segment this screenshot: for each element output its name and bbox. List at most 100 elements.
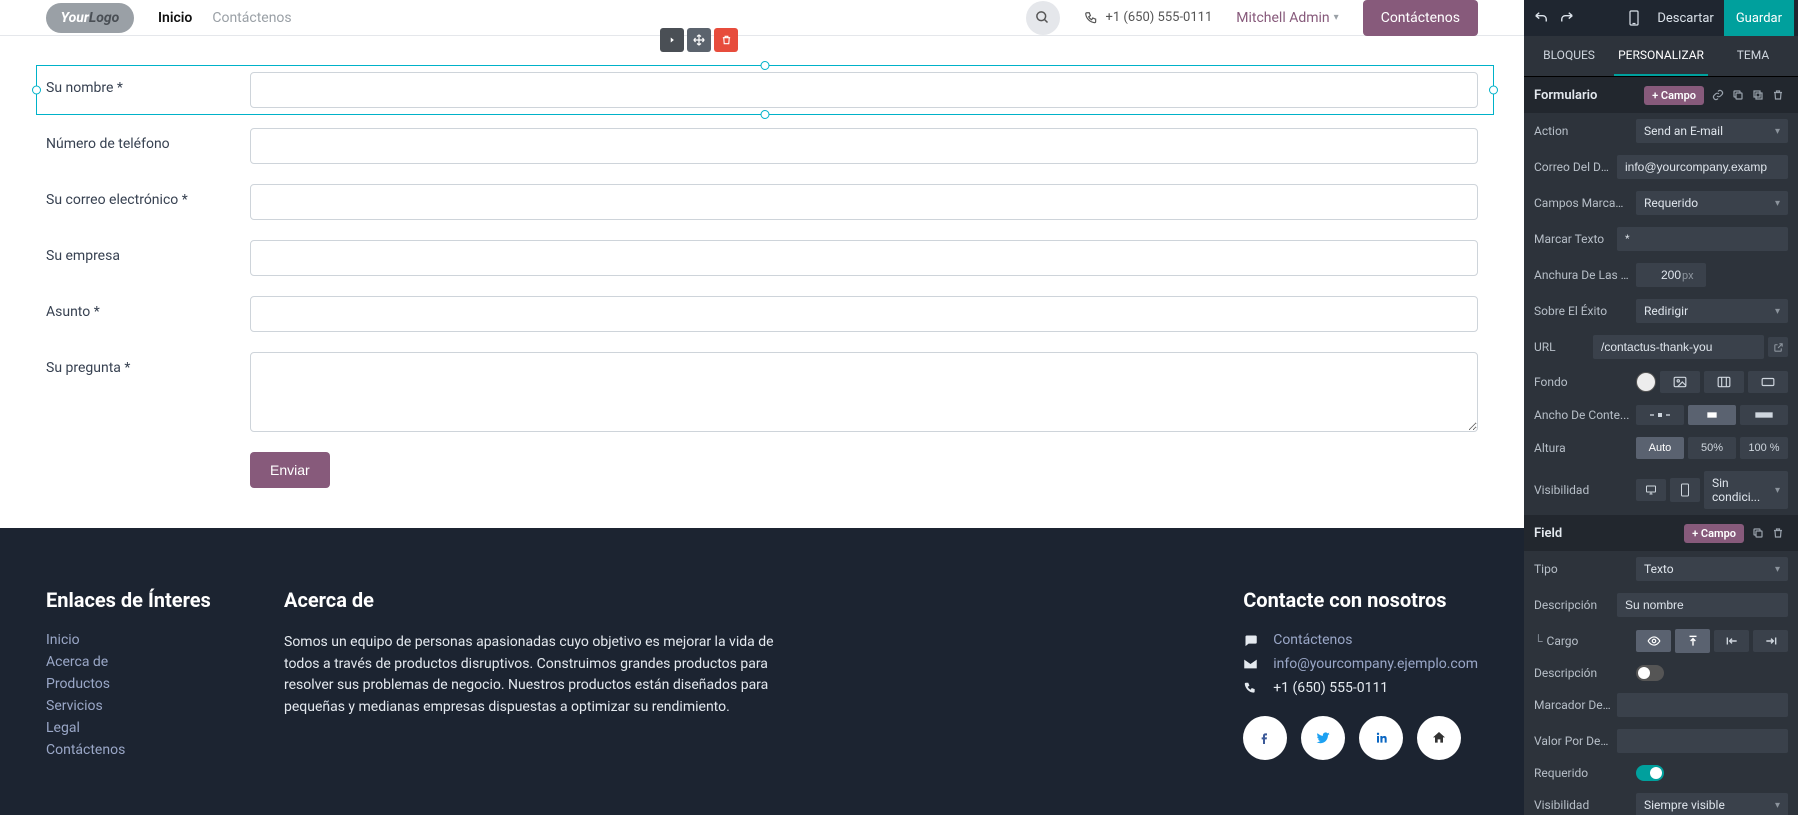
nav-contact[interactable]: Contáctenos	[212, 10, 291, 26]
submit-button[interactable]: Enviar	[250, 452, 330, 488]
labelwidth-input[interactable]	[1636, 263, 1706, 287]
search-icon[interactable]	[1026, 1, 1060, 35]
link-icon[interactable]	[1708, 85, 1728, 105]
duplicate-icon[interactable]	[1748, 85, 1768, 105]
url-input[interactable]	[1593, 335, 1764, 359]
action-select[interactable]: Send an E-mail	[1636, 119, 1788, 143]
canvas: YourLogo Inicio Contáctenos +1 (650) 555…	[0, 0, 1524, 815]
height-50[interactable]: 50%	[1688, 437, 1736, 459]
mobile-preview-icon[interactable]	[1621, 5, 1647, 31]
height-100[interactable]: 100 %	[1740, 437, 1788, 459]
input-subject[interactable]	[250, 296, 1478, 332]
header-cta-button[interactable]: Contáctenos	[1363, 0, 1478, 36]
contact-form: Su nombre * Número de teléfono Su correo…	[0, 36, 1524, 528]
field-visibility1-select[interactable]: Siempre visible	[1636, 793, 1788, 815]
footer-link[interactable]: Productos	[46, 676, 264, 692]
visibility-desktop-icon[interactable]	[1636, 479, 1666, 501]
tab-blocks[interactable]: BLOQUES	[1524, 36, 1614, 76]
copy-icon[interactable]	[1728, 85, 1748, 105]
mail-icon	[1243, 658, 1261, 670]
input-company[interactable]	[250, 240, 1478, 276]
tab-theme[interactable]: TEMA	[1708, 36, 1798, 76]
pos-top-icon[interactable]	[1675, 629, 1710, 653]
bg-image-icon[interactable]	[1660, 371, 1700, 393]
field-type-select[interactable]: Texto	[1636, 557, 1788, 581]
snippet-toolbar	[660, 28, 738, 52]
label-subject: Asunto *	[46, 296, 250, 320]
redo-icon[interactable]	[1554, 5, 1580, 31]
header-phone: +1 (650) 555-0111	[1084, 10, 1213, 25]
bg-shape-icon[interactable]	[1748, 371, 1788, 393]
visibility-mobile-icon[interactable]	[1670, 478, 1700, 502]
input-email[interactable]	[250, 184, 1478, 220]
bg-color-swatch[interactable]	[1636, 372, 1656, 392]
section-form-header: Formulario + Campo	[1524, 77, 1798, 113]
add-field-button[interactable]: + Campo	[1644, 86, 1704, 105]
field-copy-icon[interactable]	[1748, 523, 1768, 543]
field-default-input[interactable]	[1617, 729, 1788, 753]
field-placeholder-input[interactable]	[1617, 693, 1788, 717]
width-medium-icon[interactable]	[1688, 405, 1736, 425]
footer-link[interactable]: Servicios	[46, 698, 264, 714]
input-question[interactable]	[250, 352, 1478, 432]
label-email: Su correo electrónico *	[46, 184, 250, 208]
linkedin-icon[interactable]	[1359, 716, 1403, 760]
home-icon[interactable]	[1417, 716, 1461, 760]
footer-link[interactable]: Contáctenos	[46, 742, 264, 758]
footer-about-title: Acerca de	[284, 588, 804, 612]
save-button[interactable]: Guardar	[1724, 0, 1794, 36]
marktext-input[interactable]	[1617, 227, 1788, 251]
field-required-toggle[interactable]	[1636, 765, 1664, 781]
footer-email[interactable]: info@yourcompany.ejemplo.com	[1273, 656, 1478, 672]
input-name[interactable]	[250, 72, 1478, 108]
snippet-parent-icon[interactable]	[660, 28, 684, 52]
input-phone[interactable]	[250, 128, 1478, 164]
height-auto[interactable]: Auto	[1636, 437, 1684, 459]
twitter-icon[interactable]	[1301, 716, 1345, 760]
width-full-icon[interactable]	[1740, 405, 1788, 425]
label-company: Su empresa	[46, 240, 250, 264]
tab-customize[interactable]: PERSONALIZAR	[1614, 36, 1708, 76]
field-desc-toggle[interactable]	[1636, 665, 1664, 681]
facebook-icon[interactable]	[1243, 716, 1287, 760]
nav-home[interactable]: Inicio	[158, 10, 192, 26]
field-add-button[interactable]: + Campo	[1684, 524, 1744, 543]
snippet-move-icon[interactable]	[687, 28, 711, 52]
discard-button[interactable]: Descartar	[1647, 11, 1723, 26]
field-type-label: Tipo	[1534, 562, 1630, 576]
chat-icon	[1243, 633, 1261, 648]
field-desctoggle-label: Descripción	[1534, 666, 1630, 680]
editor-sidebar: BLOQUES PERSONALIZAR TEMA Formulario + C…	[1524, 36, 1798, 815]
logo[interactable]: YourLogo	[46, 3, 134, 33]
phone-icon	[1084, 11, 1098, 25]
field-desc-input[interactable]	[1617, 593, 1788, 617]
bg-video-icon[interactable]	[1704, 371, 1744, 393]
section-form-title: Formulario	[1534, 88, 1644, 103]
footer-link[interactable]: Legal	[46, 720, 264, 736]
label-question: Su pregunta *	[46, 352, 250, 376]
field-visibility1-label: Visibilidad	[1534, 798, 1630, 812]
prop-url-label: URL	[1534, 340, 1587, 354]
marked-select[interactable]: Requerido	[1636, 191, 1788, 215]
delete-icon[interactable]	[1768, 85, 1788, 105]
field-delete-icon[interactable]	[1768, 523, 1788, 543]
prop-recipient-label: Correo Del Desti...	[1534, 160, 1611, 174]
undo-icon[interactable]	[1528, 5, 1554, 31]
pos-right-icon[interactable]	[1753, 630, 1788, 652]
footer-link[interactable]: Acerca de	[46, 654, 264, 670]
footer-contact-link[interactable]: Contáctenos	[1273, 632, 1352, 648]
onsuccess-select[interactable]: Redirigir	[1636, 299, 1788, 323]
prop-onsuccess-label: Sobre El Éxito	[1534, 304, 1630, 318]
field-required-label: Requerido	[1534, 766, 1630, 780]
pos-eye-icon[interactable]	[1636, 630, 1671, 652]
pos-left-icon[interactable]	[1714, 630, 1749, 652]
visibility-select[interactable]: Sin condici...	[1704, 471, 1788, 509]
snippet-delete-icon[interactable]	[714, 28, 738, 52]
width-narrow-icon[interactable]	[1636, 405, 1684, 425]
label-name: Su nombre *	[46, 72, 250, 96]
open-url-icon[interactable]	[1768, 337, 1788, 357]
footer: Enlaces de Ínteres Inicio Acerca de Prod…	[0, 528, 1524, 815]
recipient-input[interactable]	[1617, 155, 1788, 179]
footer-link[interactable]: Inicio	[46, 632, 264, 648]
user-menu[interactable]: Mitchell Admin▾	[1236, 10, 1338, 26]
